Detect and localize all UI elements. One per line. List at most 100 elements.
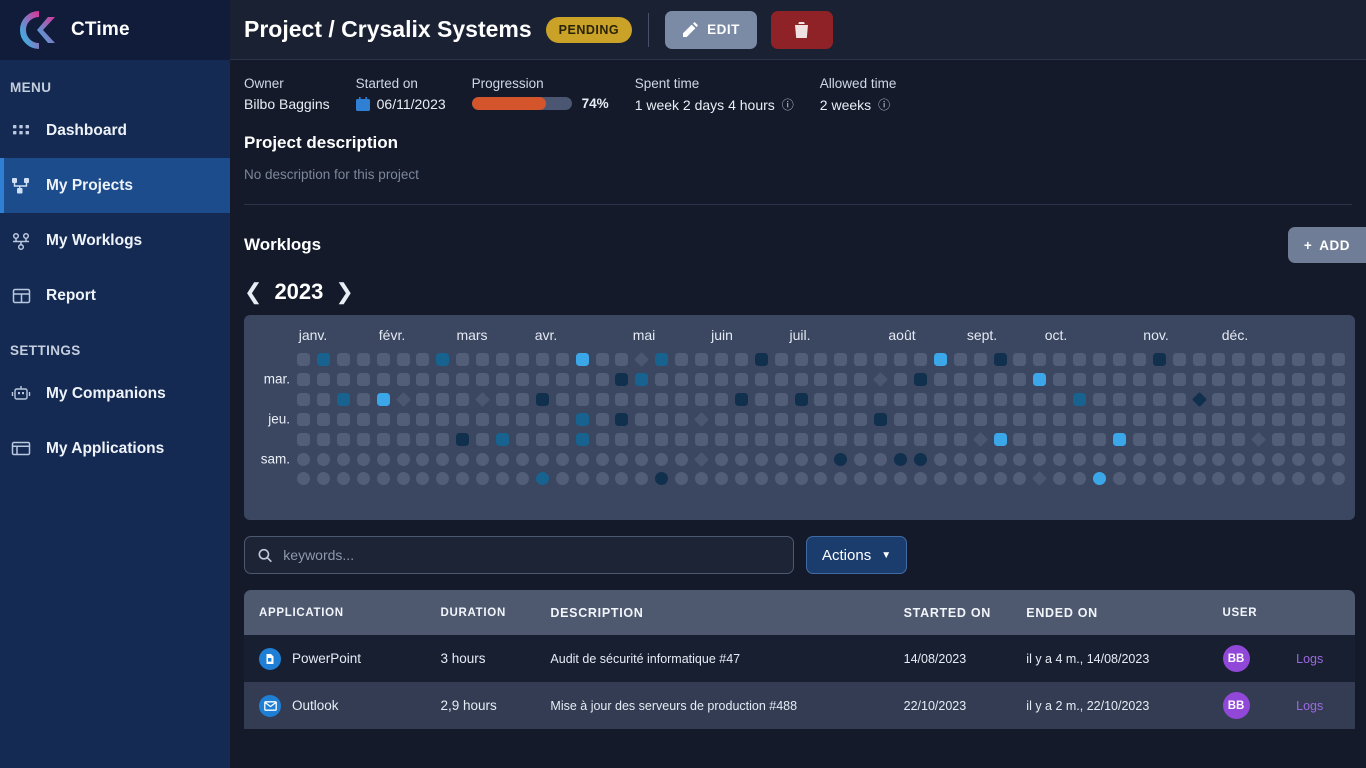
heatmap-cell[interactable] xyxy=(397,413,410,426)
heatmap-cell[interactable] xyxy=(675,433,688,446)
heatmap-cell[interactable] xyxy=(1013,472,1026,485)
heatmap-cell[interactable] xyxy=(1292,433,1305,446)
heatmap-cell[interactable] xyxy=(1252,353,1265,366)
heatmap-cell[interactable] xyxy=(735,373,748,386)
heatmap-cell[interactable] xyxy=(516,353,529,366)
heatmap-cell[interactable] xyxy=(694,412,709,427)
heatmap-cell[interactable] xyxy=(735,393,748,406)
heatmap-cell[interactable] xyxy=(1113,472,1126,485)
heatmap-cell[interactable] xyxy=(894,353,907,366)
heatmap-cell[interactable] xyxy=(357,393,370,406)
heatmap-cell[interactable] xyxy=(456,472,469,485)
heatmap-cell[interactable] xyxy=(1033,393,1046,406)
heatmap-cell[interactable] xyxy=(397,373,410,386)
heatmap-cell[interactable] xyxy=(834,472,847,485)
heatmap-cell[interactable] xyxy=(1033,373,1046,386)
heatmap-cell[interactable] xyxy=(914,433,927,446)
heatmap-cell[interactable] xyxy=(1013,413,1026,426)
heatmap-cell[interactable] xyxy=(317,373,330,386)
heatmap-cell[interactable] xyxy=(536,353,549,366)
heatmap-cell[interactable] xyxy=(1292,393,1305,406)
heatmap-cell[interactable] xyxy=(1153,373,1166,386)
heatmap-cell[interactable] xyxy=(994,472,1007,485)
heatmap-cell[interactable] xyxy=(1073,353,1086,366)
heatmap-cell[interactable] xyxy=(934,433,947,446)
heatmap-cell[interactable] xyxy=(1153,453,1166,466)
heatmap-cell[interactable] xyxy=(715,413,728,426)
heatmap-cell[interactable] xyxy=(1232,393,1245,406)
heatmap-cell[interactable] xyxy=(675,373,688,386)
heatmap-cell[interactable] xyxy=(854,433,867,446)
heatmap-cell[interactable] xyxy=(954,453,967,466)
heatmap-cell[interactable] xyxy=(1292,413,1305,426)
heatmap-cell[interactable] xyxy=(874,413,887,426)
heatmap-cell[interactable] xyxy=(476,472,489,485)
heatmap-cell[interactable] xyxy=(1133,433,1146,446)
heatmap-cell[interactable] xyxy=(516,373,529,386)
heatmap-cell[interactable] xyxy=(377,433,390,446)
heatmap-cell[interactable] xyxy=(516,472,529,485)
heatmap-cell[interactable] xyxy=(476,453,489,466)
heatmap-cell[interactable] xyxy=(1252,373,1265,386)
heatmap-cell[interactable] xyxy=(377,393,390,406)
heatmap-cell[interactable] xyxy=(854,353,867,366)
heatmap-cell[interactable] xyxy=(694,451,709,466)
heatmap-cell[interactable] xyxy=(1013,433,1026,446)
heatmap-cell[interactable] xyxy=(1212,373,1225,386)
heatmap-cell[interactable] xyxy=(317,393,330,406)
heatmap-cell[interactable] xyxy=(416,393,429,406)
heatmap-cell[interactable] xyxy=(755,373,768,386)
heatmap-cell[interactable] xyxy=(1153,353,1166,366)
actions-dropdown-button[interactable]: Actions ▼ xyxy=(806,536,907,574)
heatmap-cell[interactable] xyxy=(456,413,469,426)
heatmap-cell[interactable] xyxy=(1013,393,1026,406)
heatmap-cell[interactable] xyxy=(994,353,1007,366)
table-row[interactable]: PowerPoint3 hoursAudit de sécurité infor… xyxy=(244,635,1355,682)
heatmap-cell[interactable] xyxy=(416,373,429,386)
heatmap-cell[interactable] xyxy=(357,472,370,485)
heatmap-cell[interactable] xyxy=(874,453,887,466)
heatmap-cell[interactable] xyxy=(1332,413,1345,426)
heatmap-cell[interactable] xyxy=(556,453,569,466)
heatmap-cell[interactable] xyxy=(1232,453,1245,466)
heatmap-cell[interactable] xyxy=(814,353,827,366)
heatmap-cell[interactable] xyxy=(934,472,947,485)
heatmap-cell[interactable] xyxy=(655,472,668,485)
heatmap-cell[interactable] xyxy=(1153,472,1166,485)
heatmap-cell[interactable] xyxy=(755,433,768,446)
heatmap-cell[interactable] xyxy=(755,353,768,366)
heatmap-cell[interactable] xyxy=(377,413,390,426)
heatmap-cell[interactable] xyxy=(715,433,728,446)
heatmap-cell[interactable] xyxy=(1133,393,1146,406)
heatmap-cell[interactable] xyxy=(1073,472,1086,485)
heatmap-cell[interactable] xyxy=(974,413,987,426)
heatmap-cell[interactable] xyxy=(1232,353,1245,366)
heatmap-cell[interactable] xyxy=(834,393,847,406)
heatmap-cell[interactable] xyxy=(795,472,808,485)
heatmap-cell[interactable] xyxy=(476,353,489,366)
heatmap-cell[interactable] xyxy=(1153,393,1166,406)
heatmap-cell[interactable] xyxy=(1292,373,1305,386)
heatmap-cell[interactable] xyxy=(397,353,410,366)
heatmap-cell[interactable] xyxy=(297,433,310,446)
search-input[interactable] xyxy=(283,547,780,563)
heatmap-cell[interactable] xyxy=(934,453,947,466)
heatmap-cell[interactable] xyxy=(775,433,788,446)
heatmap-cell[interactable] xyxy=(436,433,449,446)
info-circle-icon[interactable]: ⓘ xyxy=(878,96,890,113)
heatmap-cell[interactable] xyxy=(675,413,688,426)
heatmap-cell[interactable] xyxy=(1332,433,1345,446)
heatmap-cell[interactable] xyxy=(675,393,688,406)
sidebar-item-dashboard[interactable]: Dashboard xyxy=(0,103,230,158)
heatmap-cell[interactable] xyxy=(894,453,907,466)
heatmap-cell[interactable] xyxy=(536,472,549,485)
heatmap-cell[interactable] xyxy=(1332,373,1345,386)
heatmap-cell[interactable] xyxy=(1073,453,1086,466)
heatmap-cell[interactable] xyxy=(1193,413,1206,426)
heatmap-cell[interactable] xyxy=(894,433,907,446)
heatmap-cell[interactable] xyxy=(496,433,509,446)
heatmap-cell[interactable] xyxy=(496,353,509,366)
heatmap-cell[interactable] xyxy=(814,433,827,446)
heatmap-cell[interactable] xyxy=(775,353,788,366)
logs-link[interactable]: Logs xyxy=(1296,699,1323,713)
